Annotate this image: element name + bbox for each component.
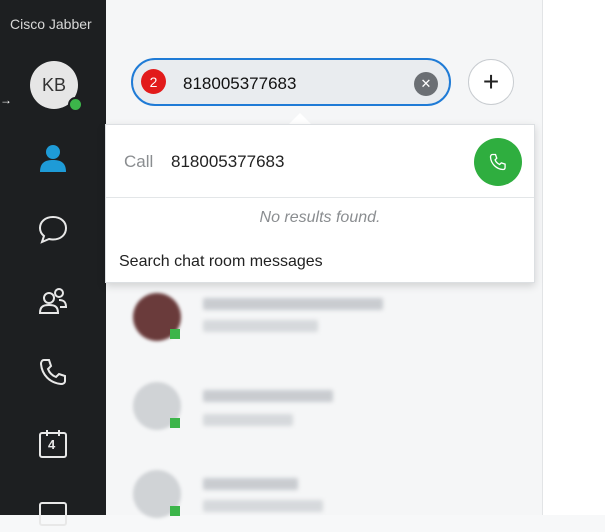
nav-contacts[interactable] [36,141,70,175]
call-button[interactable] [474,138,522,186]
sidebar: Cisco Jabber → KB 4 [0,0,106,526]
nav-voicemail[interactable] [36,498,70,532]
nav-calls[interactable] [36,355,70,389]
contact-name-blurred [203,390,333,402]
nav-chats[interactable] [36,212,70,246]
contact-status-blurred [203,414,293,426]
call-label: Call [124,152,154,171]
people-icon [38,288,68,314]
phone-icon [489,153,506,171]
search-chat-room-messages[interactable]: Search chat room messages [119,253,323,271]
list-item[interactable] [133,382,413,442]
search-box[interactable] [131,58,451,106]
app-title: Cisco Jabber [10,16,92,32]
contact-name-blurred [203,478,298,490]
list-item[interactable] [133,470,413,530]
calendar-day-label: 4 [48,437,56,452]
phone-icon [39,359,66,386]
close-icon: ✕ [420,76,432,91]
call-number-row[interactable]: Call 818005377683 [106,125,534,198]
search-results-dropdown: Call 818005377683 No results found. Sear… [105,124,535,283]
nav-calendar[interactable]: 4 [36,427,70,461]
avatar-initials: KB [41,74,66,95]
presence-status-icon [170,329,180,339]
person-icon [40,145,66,172]
clear-search-button[interactable]: ✕ [414,72,438,96]
nav-groups[interactable] [36,284,70,318]
contact-status-blurred [203,320,318,332]
no-results-text: No results found. [259,209,381,226]
contact-status-blurred [203,500,323,512]
voicemail-icon [39,502,67,526]
step-badge: 2 [141,69,166,94]
presence-status-icon [170,418,180,428]
list-item[interactable] [133,293,413,353]
content-area [542,0,605,515]
call-number: 818005377683 [171,152,285,171]
plus-icon: + [482,66,500,97]
chat-bubble-icon [38,215,68,244]
mouse-cursor-icon: → [0,93,12,107]
presence-status-icon [68,97,83,112]
add-button[interactable]: + [468,59,514,105]
search-input[interactable] [181,70,415,98]
contact-name-blurred [203,298,383,310]
